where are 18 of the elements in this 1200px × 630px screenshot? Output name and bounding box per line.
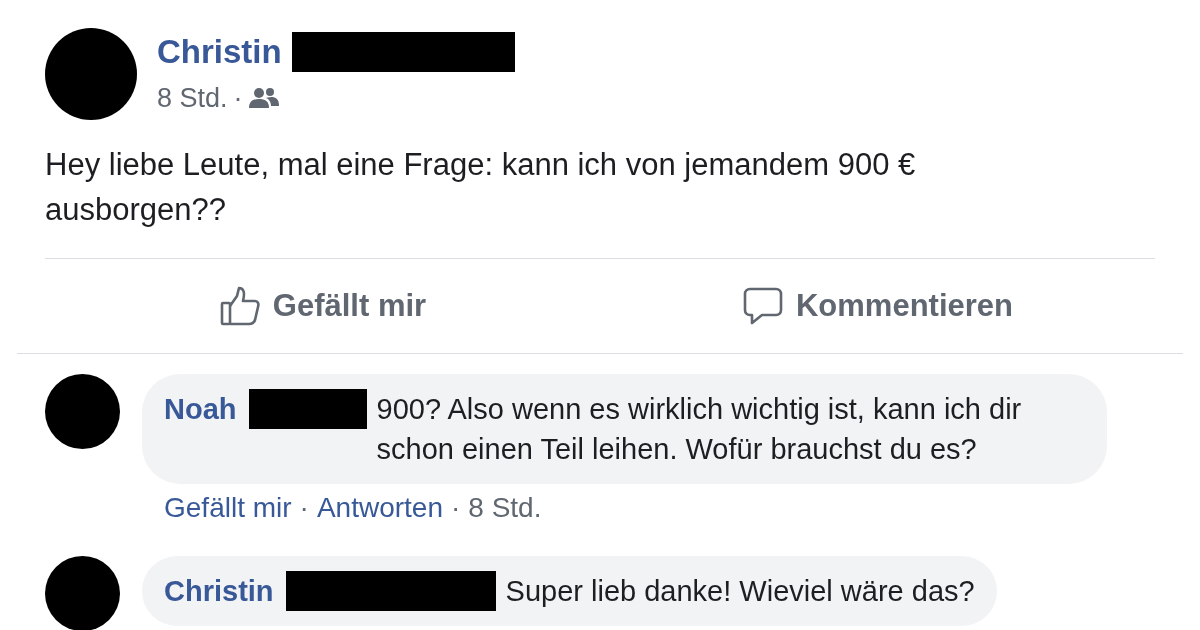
post-time[interactable]: 8 Std. [157,82,228,114]
comment-action-link[interactable]: Antworten [316,492,443,524]
like-button[interactable]: Gefällt mir [45,259,600,353]
separator-dot: · [233,82,243,114]
author-link[interactable]: Noah [164,389,237,429]
friends-icon [248,87,279,109]
separator-dot: · [299,492,309,524]
thumbs-up-icon [218,285,261,327]
author-name[interactable]: Christin [157,33,282,71]
comment-action-link[interactable]: Gefällt mir [164,492,292,524]
comment-text: 900? Also wenn es wirklich wichtig ist, kann ich dir schon einen Teil leihen. Wofür brauchst du es? [376,392,1023,467]
post-text: Hey liebe Leute, mal eine Frage: kann ich von jemandem 900 € ausborgen?? [45,146,917,229]
comment-button[interactable]: Kommentieren [600,259,1155,353]
author-link[interactable]: Christin [164,571,274,611]
comment-time: 8 Std. [468,492,542,524]
speech-bubble-icon [741,286,784,326]
separator-dot: · [451,492,461,524]
comment-text: Super lieb danke! Wieviel wäre das? [505,574,975,609]
